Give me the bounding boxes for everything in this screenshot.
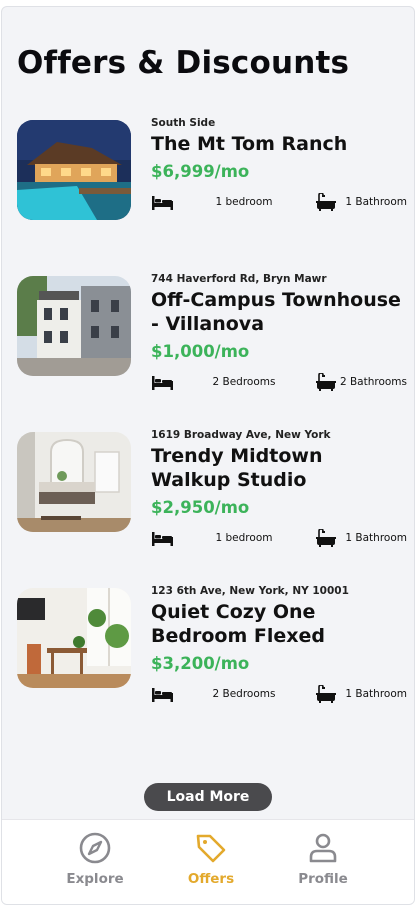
listing-name[interactable]: Trendy Midtown Walkup Studio — [151, 444, 407, 492]
listing-name[interactable]: Quiet Cozy One Bedroom Flexed — [151, 600, 407, 648]
listing-address: 744 Haverford Rd, Bryn Mawr — [151, 273, 327, 285]
listing-name[interactable]: The Mt Tom Ranch — [151, 132, 407, 156]
bathtub-icon — [315, 373, 337, 391]
listing-price: $3,200/mo — [151, 654, 250, 673]
listing-address: South Side — [151, 117, 216, 129]
listing-card[interactable]: 123 6th Ave, New York, NY 10001 Quiet Co… — [17, 585, 409, 741]
person-icon — [273, 830, 373, 866]
listing-photo-resort[interactable] — [17, 120, 131, 220]
listing-info: 1619 Broadway Ave, New York Trendy Midto… — [151, 429, 407, 549]
bedrooms-count: 1 bedroom — [215, 532, 273, 544]
bathtub-icon — [315, 529, 337, 547]
load-more-button[interactable]: Load More — [144, 783, 272, 811]
listing-name[interactable]: Off-Campus Townhouse - Villanova — [151, 288, 407, 336]
tag-icon — [161, 830, 261, 866]
listings-list: South Side The Mt Tom Ranch $6,999/mo 1 … — [17, 117, 409, 741]
tab-explore[interactable]: Explore — [45, 830, 145, 887]
bathrooms-count: 1 Bathroom — [345, 688, 407, 700]
tab-offers[interactable]: Offers — [161, 830, 261, 887]
listing-amenities: 2 Bedrooms 1 Bathroom — [151, 683, 407, 705]
tab-profile[interactable]: Profile — [273, 830, 373, 887]
listing-card[interactable]: 744 Haverford Rd, Bryn Mawr Off-Campus T… — [17, 273, 409, 429]
bed-icon — [151, 685, 173, 703]
tab-label: Profile — [298, 871, 348, 887]
bed-icon — [151, 529, 173, 547]
bathrooms-count: 1 Bathroom — [345, 196, 407, 208]
listing-price: $2,950/mo — [151, 498, 250, 517]
tab-label: Explore — [66, 871, 124, 887]
listing-amenities: 2 Bedrooms 2 Bathrooms — [151, 371, 407, 393]
bathrooms-count: 2 Bathrooms — [339, 376, 407, 388]
bathtub-icon — [315, 685, 337, 703]
bedrooms-count: 1 bedroom — [215, 196, 273, 208]
page-title: Offers & Discounts — [17, 45, 350, 81]
listing-photo-apartment[interactable] — [17, 588, 131, 688]
bedrooms-count: 2 Bedrooms — [212, 376, 276, 388]
listing-price: $1,000/mo — [151, 342, 250, 361]
bottom-tab-bar: Explore Offers Profile — [2, 819, 414, 904]
listing-card[interactable]: South Side The Mt Tom Ranch $6,999/mo 1 … — [17, 117, 409, 273]
listing-photo-townhouse[interactable] — [17, 276, 131, 376]
listing-amenities: 1 bedroom 1 Bathroom — [151, 191, 407, 213]
bed-icon — [151, 193, 173, 211]
compass-icon — [45, 830, 145, 866]
listing-card[interactable]: 1619 Broadway Ave, New York Trendy Midto… — [17, 429, 409, 585]
listing-info: 744 Haverford Rd, Bryn Mawr Off-Campus T… — [151, 273, 407, 393]
listing-address: 1619 Broadway Ave, New York — [151, 429, 331, 441]
app-screen: Offers & Discounts South Side The Mt Tom… — [1, 6, 415, 905]
bedrooms-count: 2 Bedrooms — [212, 688, 276, 700]
bathtub-icon — [315, 193, 337, 211]
listing-info: 123 6th Ave, New York, NY 10001 Quiet Co… — [151, 585, 407, 705]
bathrooms-count: 1 Bathroom — [345, 532, 407, 544]
listing-photo-studio[interactable] — [17, 432, 131, 532]
listing-amenities: 1 bedroom 1 Bathroom — [151, 527, 407, 549]
bed-icon — [151, 373, 173, 391]
listing-address: 123 6th Ave, New York, NY 10001 — [151, 585, 349, 597]
listing-info: South Side The Mt Tom Ranch $6,999/mo 1 … — [151, 117, 407, 213]
listing-price: $6,999/mo — [151, 162, 250, 181]
tab-label: Offers — [187, 871, 235, 887]
